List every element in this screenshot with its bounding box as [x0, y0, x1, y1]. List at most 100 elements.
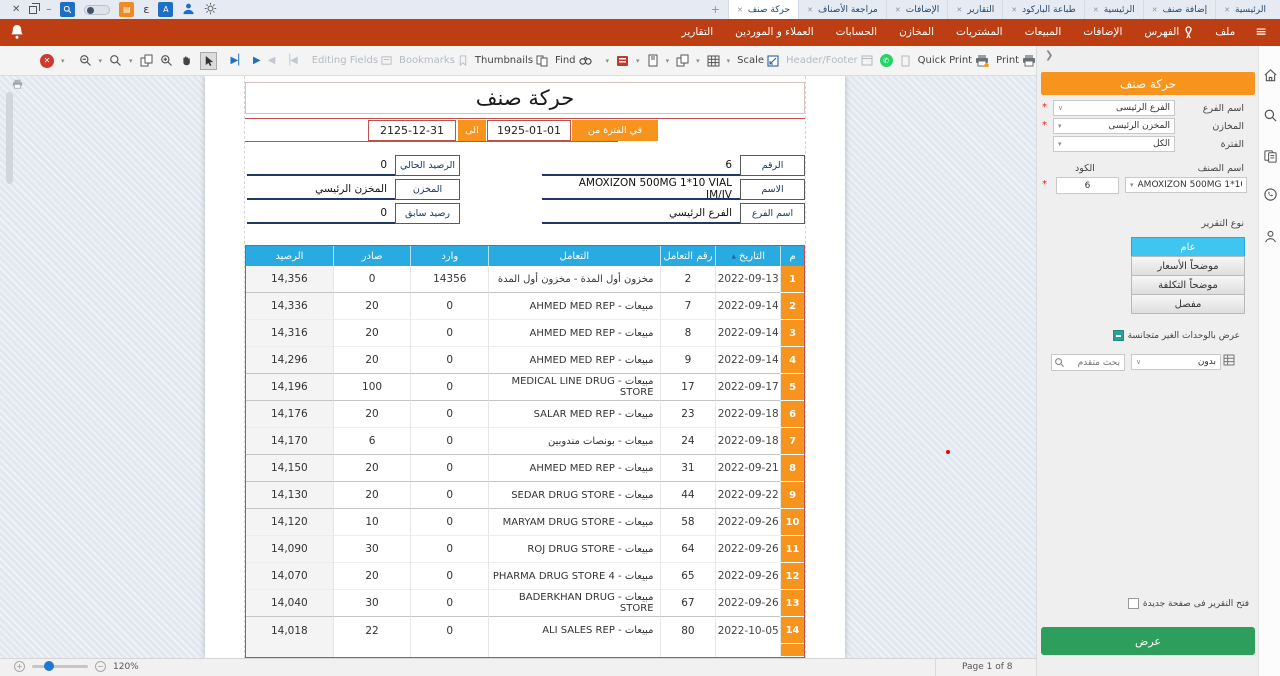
- editing-fields-button[interactable]: Editing Fields: [312, 55, 392, 66]
- user-icon[interactable]: [182, 2, 195, 18]
- report-type-option[interactable]: مفصل: [1131, 294, 1245, 314]
- period-select[interactable]: الكل▾: [1053, 136, 1175, 152]
- show-report-button[interactable]: عرض: [1041, 627, 1255, 655]
- units-checkbox[interactable]: [1113, 330, 1124, 341]
- grid-dropdown-icon[interactable]: ▾: [696, 57, 700, 65]
- table-row[interactable]: 122022-09-2665مبيعات - PHARMA DRUG STORE…: [246, 563, 804, 590]
- export-dropdown-icon[interactable]: ▾: [606, 57, 610, 65]
- home-icon[interactable]: [1263, 68, 1278, 86]
- report-type-option[interactable]: موضحاً الأسعار: [1131, 256, 1245, 276]
- new-tab-button[interactable]: +: [703, 0, 728, 19]
- table-row[interactable]: 62022-09-1823مبيعات - SALAR MED REP02014…: [246, 401, 804, 428]
- table-row[interactable]: 132022-09-2667مبيعات - BADERKHAN DRUG ST…: [246, 590, 804, 617]
- table-row[interactable]: 22022-09-147مبيعات - AHMED MED REP02014,…: [246, 293, 804, 320]
- table-row[interactable]: 72022-09-1824مبيعات - بونصات مندوبين0614…: [246, 428, 804, 455]
- column-header[interactable]: م: [780, 246, 804, 266]
- documents-icon[interactable]: [1263, 149, 1278, 167]
- zoom-slider[interactable]: [32, 665, 88, 668]
- stores-select[interactable]: المخزن الرئيسى▾: [1053, 118, 1175, 134]
- column-header[interactable]: صادر: [333, 246, 411, 266]
- header-footer-button[interactable]: Header/Footer: [786, 55, 873, 66]
- zoom-in-icon[interactable]: [160, 54, 173, 67]
- orientation-dropdown-icon[interactable]: ▾: [636, 57, 640, 65]
- quick-print-button[interactable]: Quick Print: [918, 54, 989, 67]
- table-row[interactable]: 82022-09-2131مبيعات - AHMED MED REP02014…: [246, 455, 804, 482]
- zoom-slider-thumb[interactable]: [44, 661, 54, 671]
- export-document-icon[interactable]: [616, 55, 629, 67]
- restore-window-icon[interactable]: [29, 6, 37, 14]
- tab-close-icon[interactable]: ✕: [1093, 6, 1099, 14]
- code-input[interactable]: [1056, 177, 1119, 194]
- tab-item[interactable]: مراجعة الأصناف✕: [798, 0, 886, 19]
- document-icon[interactable]: [900, 55, 911, 67]
- without-select[interactable]: بدون∨: [1131, 354, 1221, 370]
- hand-tool-icon[interactable]: [180, 54, 193, 67]
- user-profile-icon[interactable]: [1263, 229, 1278, 247]
- column-header[interactable]: الرصيد: [246, 246, 333, 266]
- zoom-in-status-icon[interactable]: +: [14, 661, 25, 672]
- column-header[interactable]: وارد: [410, 246, 488, 266]
- report-type-option[interactable]: موضحاً التكلفة: [1131, 275, 1245, 295]
- toggle-switch[interactable]: [84, 5, 110, 15]
- viewer-scrollbar[interactable]: [6, 92, 13, 184]
- whatsapp-icon[interactable]: [1263, 187, 1278, 205]
- print-button[interactable]: Print: [996, 54, 1036, 67]
- mini-printer-icon[interactable]: [12, 79, 23, 92]
- multi-page-icon[interactable]: [140, 54, 153, 67]
- tab-item[interactable]: الإضافات✕: [886, 0, 947, 19]
- bookmarks-button[interactable]: Bookmarks: [399, 55, 468, 66]
- tab-item[interactable]: حركة صنف✕: [728, 0, 798, 19]
- units-checkbox-row[interactable]: عرض بالوحدات الغير متجانسة: [1113, 330, 1240, 341]
- menu-item[interactable]: المخازن: [888, 19, 945, 46]
- table-row[interactable]: 102022-09-2658مبيعات - MARYAM DRUG STORE…: [246, 509, 804, 536]
- scale-button[interactable]: Scale: [737, 55, 779, 67]
- next-page-icon[interactable]: ▶▏: [231, 55, 246, 66]
- first-page-icon[interactable]: ▕◀: [282, 55, 297, 66]
- orange-app-icon[interactable]: ▤: [119, 2, 134, 17]
- collapse-panel-icon[interactable]: ❯: [1045, 50, 1053, 61]
- page-margins-icon[interactable]: [647, 54, 659, 67]
- find-button[interactable]: Find: [555, 55, 592, 66]
- search-app-icon[interactable]: [60, 2, 75, 17]
- open-new-page-row[interactable]: فتح التقرير فى صفحة جديدة: [1049, 598, 1249, 609]
- play-page-icon[interactable]: ▶: [253, 55, 261, 66]
- table-row[interactable]: 92022-09-2244مبيعات - SEDAR DRUG STORE02…: [246, 482, 804, 509]
- prev-page-icon[interactable]: ◀: [268, 55, 276, 66]
- tab-close-icon[interactable]: ✕: [1152, 6, 1158, 14]
- menu-item[interactable]: التقارير: [671, 19, 725, 46]
- report-type-option[interactable]: عام: [1131, 237, 1245, 257]
- table-row[interactable]: 52022-09-1717مبيعات - MEDICAL LINE DRUG …: [246, 374, 804, 401]
- stop-refresh-button[interactable]: ✕: [40, 54, 54, 68]
- zoom-dropdown-icon[interactable]: ▾: [99, 57, 103, 65]
- pointer-tool-icon[interactable]: [200, 52, 217, 70]
- zoom-out-icon[interactable]: [79, 54, 92, 67]
- menu-item[interactable]: المشتريات: [945, 19, 1014, 46]
- close-window-icon[interactable]: ✕: [12, 0, 20, 19]
- watermark-grid-icon[interactable]: [707, 55, 720, 67]
- menu-hamburger-icon[interactable]: ≡: [1246, 19, 1276, 46]
- menu-item[interactable]: العملاء و الموردين: [724, 19, 824, 46]
- item-select[interactable]: AMOXIZON 500MG 1*10 VIAL IM/IV▾: [1125, 177, 1247, 193]
- thumbnails-button[interactable]: Thumbnails: [475, 55, 548, 67]
- translate-icon[interactable]: A: [158, 2, 173, 17]
- tab-item[interactable]: طباعة الباركود✕: [1002, 0, 1084, 19]
- table-row[interactable]: 112022-09-2664مبيعات - ROJ DRUG STORE030…: [246, 536, 804, 563]
- menu-item[interactable]: المبيعات: [1014, 19, 1073, 46]
- whatsapp-share-icon[interactable]: ✆: [880, 54, 893, 67]
- stop-dropdown-icon[interactable]: ▾: [61, 57, 65, 65]
- tab-item[interactable]: الرئيسية✕: [1084, 0, 1143, 19]
- scale-dropdown-icon[interactable]: ▾: [727, 57, 731, 65]
- copy-pages-icon[interactable]: [676, 54, 689, 67]
- column-header[interactable]: رقم التعامل: [660, 246, 716, 266]
- tab-close-icon[interactable]: ✕: [807, 6, 813, 14]
- tab-item[interactable]: إضافة صنف✕: [1143, 0, 1215, 19]
- branch-select[interactable]: الفرع الرئيسى∨: [1053, 100, 1175, 116]
- open-new-page-checkbox[interactable]: [1128, 598, 1139, 609]
- tab-close-icon[interactable]: ✕: [1224, 6, 1230, 14]
- notifications-bell-icon[interactable]: [10, 24, 24, 43]
- zoom-tool-icon[interactable]: [109, 54, 122, 67]
- search-icon[interactable]: [1263, 108, 1278, 126]
- column-header[interactable]: التعامل: [488, 246, 659, 266]
- tab-close-icon[interactable]: ✕: [895, 6, 901, 14]
- tab-close-icon[interactable]: ✕: [737, 6, 743, 14]
